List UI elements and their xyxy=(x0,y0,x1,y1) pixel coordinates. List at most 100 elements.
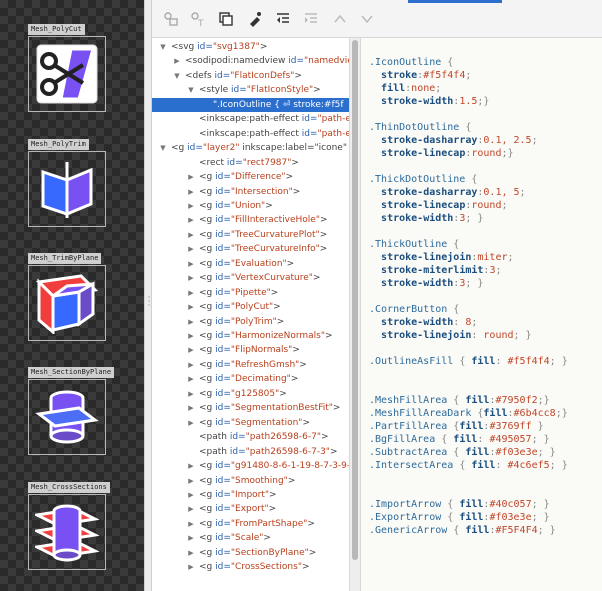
expanded-arrow-icon[interactable]: ▼ xyxy=(158,40,168,54)
collapsed-arrow-icon[interactable]: ▶ xyxy=(186,170,196,184)
collapsed-arrow-icon[interactable]: ▶ xyxy=(186,531,196,545)
tree-node[interactable]: <rect id="rect7987"> xyxy=(152,156,349,170)
raise-node-icon[interactable] xyxy=(332,11,348,27)
tree-node[interactable]: ▶ <g id="VertexCurvature"> xyxy=(152,271,349,285)
node-tag: <defs xyxy=(185,70,212,81)
tree-node[interactable]: <path id="path26598-6-7"> xyxy=(152,430,349,444)
new-element-node-icon[interactable] xyxy=(163,11,179,27)
collapsed-arrow-icon[interactable]: ▶ xyxy=(186,502,196,516)
tree-node[interactable]: ▶ <g id="Evaluation"> xyxy=(152,257,349,271)
collapsed-arrow-icon[interactable]: ▶ xyxy=(186,300,196,314)
xml-node-tree[interactable]: ▼ <svg id="svg1387"> ▶ <sodipodi:namedview … xyxy=(152,38,349,591)
collapsed-arrow-icon[interactable]: ▶ xyxy=(186,343,196,357)
tree-node[interactable]: <path id="path26598-6-7-3"> xyxy=(152,445,349,459)
collapsed-arrow-icon[interactable]: ▶ xyxy=(186,286,196,300)
tree-node[interactable]: ▶ <g id="PolyCut"> xyxy=(152,300,349,314)
tree-node[interactable]: ▶ <g id="Smoothing"> xyxy=(152,474,349,488)
tree-node[interactable]: ▶ <g id="Difference"> xyxy=(152,170,349,184)
scrollbar-thumb[interactable] xyxy=(352,40,358,560)
collapsed-arrow-icon[interactable]: ▶ xyxy=(186,213,196,227)
collapsed-arrow-icon[interactable]: ▶ xyxy=(186,517,196,531)
style-content-editor[interactable]: .IconOutline { stroke:#f5f4f4; fill:none… xyxy=(361,38,602,591)
collapsed-arrow-icon[interactable]: ▶ xyxy=(186,185,196,199)
collapsed-arrow-icon[interactable]: ▶ xyxy=(186,358,196,372)
tree-node[interactable]: ▶ <g id="Decimating"> xyxy=(152,372,349,386)
collapsed-arrow-icon[interactable]: ▶ xyxy=(186,271,196,285)
tree-node-label: <sodipodi:namedview id="namedview xyxy=(185,54,349,68)
duplicate-node-icon[interactable] xyxy=(218,11,234,27)
tree-node[interactable]: ▶ <g id="HarmonizeNormals"> xyxy=(152,329,349,343)
tree-node[interactable]: ▶ <g id="Segmentation"> xyxy=(152,416,349,430)
tree-node[interactable]: ▶ <g id="g125805"> xyxy=(152,387,349,401)
tree-node[interactable]: ▶ <g id="Union"> xyxy=(152,199,349,213)
tree-node[interactable]: ▶ <g id="Import"> xyxy=(152,488,349,502)
tree-node[interactable]: ▶ <g id="PolyTrim"> xyxy=(152,315,349,329)
tree-node[interactable]: ▶ <g id="TreeCurvatureInfo"> xyxy=(152,242,349,256)
node-tag: <g xyxy=(171,143,185,154)
code-token: { xyxy=(453,525,466,536)
collapsed-arrow-icon[interactable]: ▶ xyxy=(186,329,196,343)
expanded-arrow-icon[interactable]: ▼ xyxy=(158,141,168,155)
tree-node[interactable]: ▶ <g id="Export"> xyxy=(152,502,349,516)
tree-node[interactable]: ▼ <svg id="svg1387"> xyxy=(152,40,349,54)
collapsed-arrow-icon[interactable]: ▶ xyxy=(186,228,196,242)
code-line: .ThinDotOutline { xyxy=(369,121,471,134)
tree-node[interactable]: ▶ <g id="FromPartShape"> xyxy=(152,517,349,531)
tree-node[interactable]: ▶ <g id="g91480-8-6-1-19-8-7-3-9-6 xyxy=(152,459,349,473)
node-tag: <g xyxy=(199,302,213,313)
tree-node[interactable]: ".IconOutline { ⏎ stroke:#f5f xyxy=(152,97,349,112)
collapsed-arrow-icon[interactable]: ▶ xyxy=(172,54,182,68)
tree-node[interactable]: ▶ <g id="TreeCurvaturePlot"> xyxy=(152,228,349,242)
tree-node[interactable]: <inkscape:path-effect id="path-eff xyxy=(152,112,349,126)
drawing-canvas[interactable]: Mesh_PolyCut Mesh_PolyTrim Mesh_TrimByPl… xyxy=(0,0,144,591)
tree-node-label: ".IconOutline { ⏎ stroke:#f5f xyxy=(213,98,344,112)
collapsed-arrow-icon[interactable]: ▶ xyxy=(186,257,196,271)
code-token: { xyxy=(447,512,460,523)
delete-node-icon[interactable] xyxy=(247,11,263,27)
collapsed-arrow-icon[interactable]: ▶ xyxy=(186,474,196,488)
collapsed-arrow-icon[interactable]: ▶ xyxy=(186,242,196,256)
tree-node[interactable]: ▶ <g id="Pipette"> xyxy=(152,286,349,300)
tree-node[interactable]: ▶ <g id="Scale"> xyxy=(152,531,349,545)
tree-node[interactable]: ▼ <style id="FlatIconStyle"> xyxy=(152,83,349,97)
tree-node[interactable]: ▶ <g id="RefreshGmsh"> xyxy=(152,358,349,372)
node-rest: inkscape:label="icone" xyxy=(239,143,347,154)
lower-node-icon[interactable] xyxy=(359,11,375,27)
tree-node[interactable]: <inkscape:path-effect id="path-eff xyxy=(152,127,349,141)
tree-node[interactable]: ▶ <g id="Intersection"> xyxy=(152,185,349,199)
expanded-arrow-icon[interactable]: ▼ xyxy=(186,83,196,97)
tree-scrollbar[interactable] xyxy=(349,38,361,591)
collapsed-arrow-icon[interactable]: ▶ xyxy=(186,416,196,430)
collapsed-arrow-icon[interactable]: ▶ xyxy=(186,315,196,329)
code-token: stroke-linejoin xyxy=(381,252,472,263)
tree-node[interactable]: ▶<sodipodi:namedview id="namedview xyxy=(152,54,349,68)
collapsed-arrow-icon[interactable]: ▶ xyxy=(186,488,196,502)
collapsed-arrow-icon[interactable]: ▶ xyxy=(186,459,196,473)
node-rest: > xyxy=(287,475,296,486)
collapsed-arrow-icon[interactable]: ▶ xyxy=(186,546,196,560)
tree-node[interactable]: ▼ <g id="layer2" inkscape:label="icone" xyxy=(152,141,349,155)
tree-node[interactable]: ▶ <g id="SegmentationBestFit"> xyxy=(152,401,349,415)
code-token: : xyxy=(477,434,490,445)
expanded-arrow-icon[interactable]: ▼ xyxy=(172,69,182,83)
collapsed-arrow-icon[interactable]: ▶ xyxy=(186,560,196,574)
collapsed-arrow-icon[interactable]: ▶ xyxy=(186,372,196,386)
tree-node[interactable]: ▶ <g id="CrossSections"> xyxy=(152,560,349,574)
new-text-node-icon[interactable]: T xyxy=(190,11,206,27)
tree-node[interactable]: ▶ <g id="FlipNormals"> xyxy=(152,343,349,357)
node-attr: id= xyxy=(212,200,231,211)
unindent-node-icon[interactable] xyxy=(275,11,291,27)
tree-node[interactable]: ▶ <g id="SectionByPlane"> xyxy=(152,546,349,560)
tree-node[interactable]: ▼ <defs id="FlatIconDefs"> xyxy=(152,69,349,83)
tree-node[interactable]: ▶ <g id="FillInteractiveHole"> xyxy=(152,213,349,227)
indent-node-icon[interactable] xyxy=(303,11,319,27)
node-tag: <g xyxy=(199,489,213,500)
tree-node-label: <g id="g91480-8-6-1-19-8-7-3-9-6 xyxy=(199,459,349,473)
code-token: stroke-dasharray xyxy=(381,187,478,198)
panel-resize-handle[interactable]: · · · xyxy=(144,0,152,591)
collapsed-arrow-icon[interactable]: ▶ xyxy=(186,401,196,415)
collapsed-arrow-icon[interactable]: ▶ xyxy=(186,387,196,401)
node-value: "PolyCut" xyxy=(230,302,274,313)
collapsed-arrow-icon[interactable]: ▶ xyxy=(186,199,196,213)
